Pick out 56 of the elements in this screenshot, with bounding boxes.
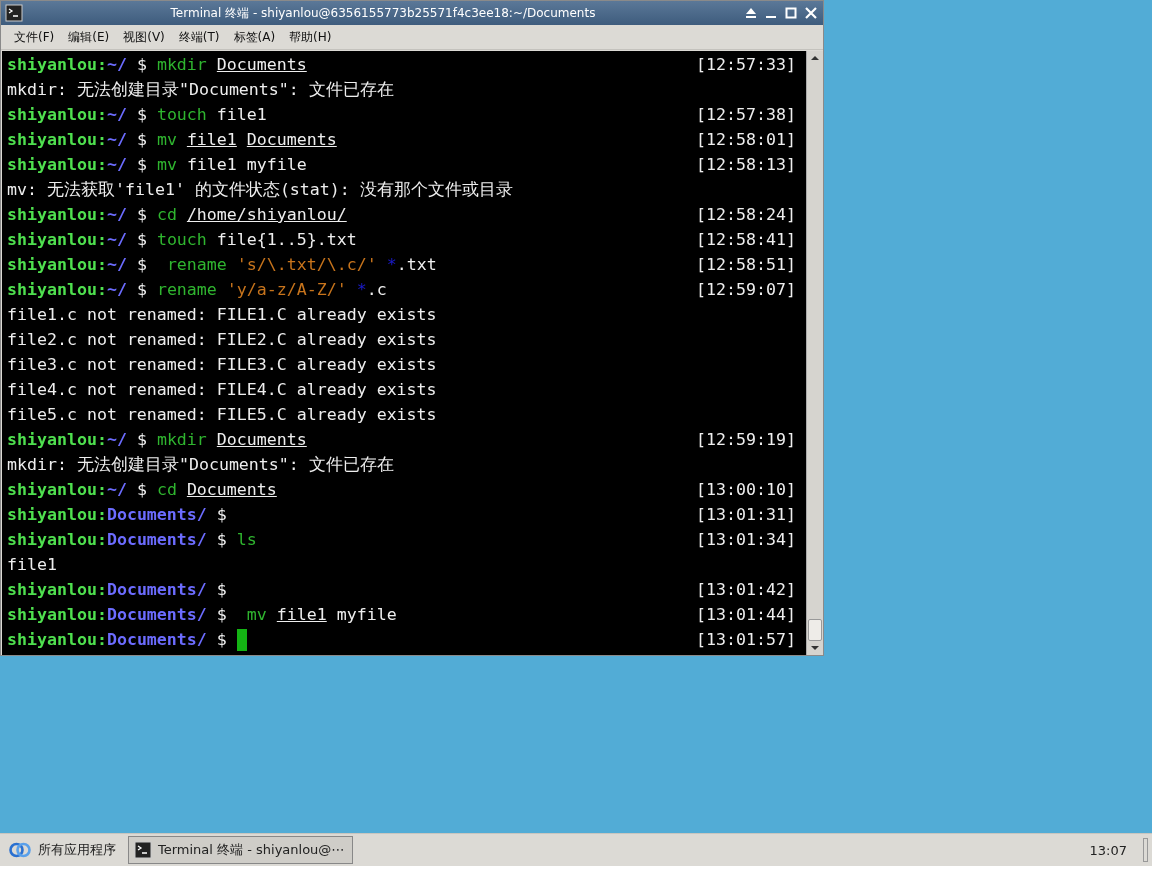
terminal-line: shiyanlou:~/ $ rename 'y/a-z/A-Z/' *.c xyxy=(7,280,388,299)
timestamp: [13:01:34] xyxy=(696,530,796,549)
terminal-line: shiyanlou:Documents/ $ xyxy=(7,580,228,599)
terminal-line: shiyanlou:~/ $ mv file1 myfile xyxy=(7,155,308,174)
terminal-line: shiyanlou:~/ $ mkdir Documents xyxy=(7,430,308,449)
terminal-output: file1.c not renamed: FILE1.C already exists xyxy=(7,305,438,324)
window-title: Terminal 终端 - shiyanlou@6356155773b25571f4c3ee18:~/Documents xyxy=(169,4,597,22)
menu-item[interactable]: 文件(F) xyxy=(7,25,62,49)
timestamp: [13:01:44] xyxy=(696,605,796,624)
terminal-output: file3.c not renamed: FILE3.C already exists xyxy=(7,355,438,374)
timestamp: [12:58:01] xyxy=(696,130,796,149)
terminal-output: mkdir: 无法创建目录"Documents": 文件已存在 xyxy=(7,78,395,101)
menu-item[interactable]: 终端(T) xyxy=(171,25,227,49)
terminal-icon xyxy=(5,4,23,22)
taskbar-window-button[interactable]: Terminal 终端 - shiyanlou@⋯ xyxy=(128,836,354,864)
timestamp: [12:59:19] xyxy=(696,430,796,449)
timestamp: [12:58:13] xyxy=(696,155,796,174)
terminal-line: shiyanlou:~/ $ rename 's/\.txt/\.c/' *.txt xyxy=(7,255,438,274)
menu-item[interactable]: 视图(V) xyxy=(116,25,172,49)
timestamp: [13:01:42] xyxy=(696,580,796,599)
terminal-line: shiyanlou:~/ $ touch file1 xyxy=(7,105,268,124)
timestamp: [13:01:31] xyxy=(696,505,796,524)
timestamp: [12:58:51] xyxy=(696,255,796,274)
terminal-line: shiyanlou:Documents/ $ xyxy=(7,505,228,524)
timestamp: [12:58:41] xyxy=(696,230,796,249)
terminal-line: shiyanlou:~/ $ cd Documents xyxy=(7,480,278,499)
timestamp: [12:58:24] xyxy=(696,205,796,224)
interlocked-rings-icon xyxy=(8,842,32,858)
terminal-line: shiyanlou:~/ $ cd /home/shiyanlou/ xyxy=(7,205,348,224)
scrollbar[interactable] xyxy=(806,51,823,655)
terminal-line: shiyanlou:~/ $ touch file{1..5}.txt xyxy=(7,230,358,249)
timestamp: [12:57:38] xyxy=(696,105,796,124)
maximize-icon[interactable] xyxy=(783,5,799,21)
menu-item[interactable]: 编辑(E) xyxy=(61,25,117,49)
terminal-output: mkdir: 无法创建目录"Documents": 文件已存在 xyxy=(7,453,395,476)
terminal-output: file1 xyxy=(7,555,58,574)
terminal-line: shiyanlou:Documents/ $ xyxy=(7,628,697,651)
timestamp: [12:57:33] xyxy=(696,55,796,74)
start-menu-button[interactable]: 所有应用程序 xyxy=(4,841,120,859)
terminal-line: shiyanlou:~/ $ mv file1 Documents xyxy=(7,130,338,149)
terminal-icon xyxy=(134,841,152,859)
timestamp: [13:01:57] xyxy=(696,630,796,649)
terminal-output: file4.c not renamed: FILE4.C already exists xyxy=(7,380,438,399)
timestamp: [13:00:10] xyxy=(696,480,796,499)
timestamp: [12:59:07] xyxy=(696,280,796,299)
terminal-output: file2.c not renamed: FILE2.C already exists xyxy=(7,330,438,349)
menu-item[interactable]: 帮助(H) xyxy=(282,25,339,49)
terminal-line: shiyanlou:Documents/ $ mv file1 myfile xyxy=(7,605,398,624)
close-icon[interactable] xyxy=(803,5,819,21)
clock: 13:07 xyxy=(1089,842,1127,858)
terminal-output: file5.c not renamed: FILE5.C already exists xyxy=(7,405,438,424)
menu-item[interactable]: 标签(A) xyxy=(226,25,283,49)
terminal-line: shiyanlou:Documents/ $ ls xyxy=(7,530,258,549)
terminal-output: mv: 无法获取'file1' 的文件状态(stat): 没有那个文件或目录 xyxy=(7,178,514,201)
terminal-line: shiyanlou:~/ $ mkdir Documents xyxy=(7,55,308,74)
scrollbar-thumb[interactable] xyxy=(808,619,822,641)
